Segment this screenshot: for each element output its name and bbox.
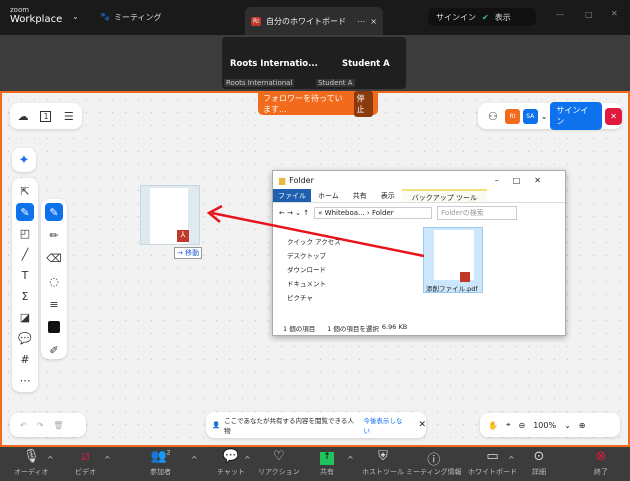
caret-up-icon[interactable]: ^ bbox=[244, 455, 251, 464]
meeting-info-button[interactable]: ⓘ ミーティング情報 bbox=[406, 449, 462, 477]
label: ミーティング情報 bbox=[406, 468, 462, 476]
participants-icon: 👥2 bbox=[150, 449, 171, 464]
reactions-button[interactable]: ♡ リアクション bbox=[258, 449, 300, 477]
caret-up-icon[interactable]: ^ bbox=[104, 455, 111, 464]
info-icon: ⓘ bbox=[427, 453, 441, 468]
microphone-icon: 🎙 bbox=[23, 449, 40, 464]
caret-up-icon[interactable]: ^ bbox=[191, 455, 198, 464]
caret-up-icon[interactable]: ^ bbox=[347, 455, 354, 464]
share-arrow-icon: ↑ bbox=[320, 452, 334, 465]
label: 詳細 bbox=[532, 468, 546, 476]
end-icon: ⊗ bbox=[595, 449, 607, 464]
caret-up-icon[interactable]: ^ bbox=[47, 455, 54, 464]
label: ビデオ bbox=[75, 468, 96, 476]
meeting-toolbar: 🎙 オーディオ ^ ⧄ ビデオ ^ 👥2 参加者 ^ 💬 チャット ^ ♡ リアクション … bbox=[0, 447, 630, 481]
video-button[interactable]: ⧄ ビデオ bbox=[75, 449, 96, 477]
label: オーディオ bbox=[14, 468, 49, 476]
audio-button[interactable]: 🎙 オーディオ bbox=[14, 449, 49, 477]
participants-count: 2 bbox=[166, 449, 171, 457]
more-icon: ⊙ bbox=[533, 449, 545, 464]
label: 参加者 bbox=[150, 468, 171, 476]
heart-icon: ♡ bbox=[273, 449, 285, 464]
host-tools-button[interactable]: ⛨ ホストツール bbox=[362, 449, 404, 477]
label: ホストツール bbox=[362, 468, 404, 476]
caret-up-icon[interactable]: ^ bbox=[508, 455, 515, 464]
annotation-arrow bbox=[206, 204, 425, 258]
label: リアクション bbox=[258, 468, 300, 476]
video-off-icon: ⧄ bbox=[81, 449, 90, 464]
whiteboard-icon: ▭ bbox=[486, 449, 499, 464]
share-button[interactable]: ↑ 共有 bbox=[320, 449, 334, 477]
label: 終了 bbox=[594, 468, 608, 476]
label: 共有 bbox=[320, 468, 334, 476]
participants-button[interactable]: 👥2 参加者 bbox=[150, 449, 171, 477]
end-button[interactable]: ⊗ 終了 bbox=[594, 449, 608, 477]
chat-button[interactable]: 💬 チャット bbox=[217, 449, 245, 477]
chat-icon: 💬 bbox=[222, 449, 240, 464]
shield-icon: ⛨ bbox=[378, 449, 388, 464]
label: チャット bbox=[217, 468, 245, 476]
label: ホワイトボード bbox=[468, 468, 517, 476]
more-button[interactable]: ⊙ 詳細 bbox=[532, 449, 546, 477]
